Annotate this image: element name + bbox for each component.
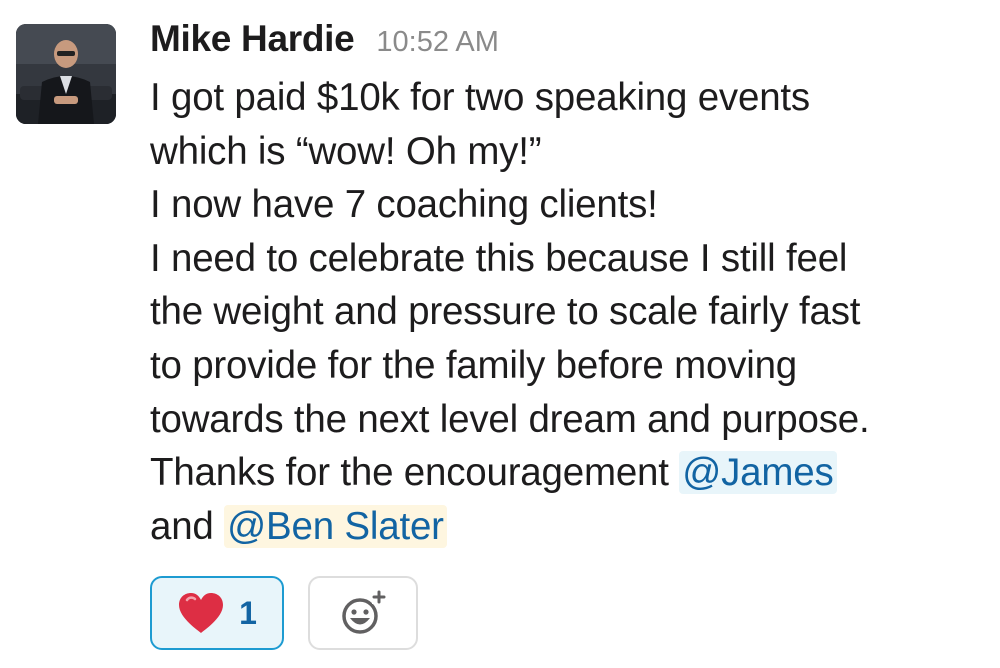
message-line: the weight and pressure to scale fairly … — [150, 290, 861, 334]
chat-message: Mike Hardie 10:52 AM I got paid $10k for… — [0, 0, 1000, 668]
red-heart-icon — [179, 593, 224, 633]
message-line: I got paid $10k for two speaking events — [150, 76, 810, 119]
message-line: to provide for the family before moving — [150, 343, 798, 387]
user-avatar-photo — [16, 24, 116, 124]
reaction-count: 1 — [239, 594, 257, 631]
add-reaction-button[interactable] — [308, 576, 418, 650]
message-header: Mike Hardie 10:52 AM — [150, 18, 990, 70]
mention-james[interactable]: @James — [679, 451, 837, 495]
thanks-text: Thanks for the encouragement — [150, 451, 680, 495]
message-line: I need to celebrate this because I still… — [150, 236, 848, 280]
avatar[interactable] — [16, 24, 116, 124]
message-line: which is “wow! Oh my!” — [150, 129, 542, 173]
message-line: I now have 7 coaching clients! — [150, 183, 658, 227]
mention-ben-slater[interactable]: @Ben Slater — [224, 504, 447, 548]
message-timestamp[interactable]: 10:52 AM — [376, 26, 499, 59]
message-line-and: and @Ben Slater — [150, 500, 990, 554]
author-name[interactable]: Mike Hardie — [150, 18, 355, 60]
message-body: I got paid $10k for two speaking events … — [150, 71, 990, 553]
message-content: Mike Hardie 10:52 AM I got paid $10k for… — [150, 18, 990, 553]
reaction-heart[interactable]: 1 — [150, 576, 284, 650]
reactions-bar: 1 — [150, 576, 418, 650]
add-reaction-icon — [342, 590, 386, 634]
and-text: and — [150, 504, 225, 548]
message-line: towards the next level dream and purpose… — [150, 397, 870, 441]
message-line-thanks: Thanks for the encouragement @James — [150, 446, 990, 500]
